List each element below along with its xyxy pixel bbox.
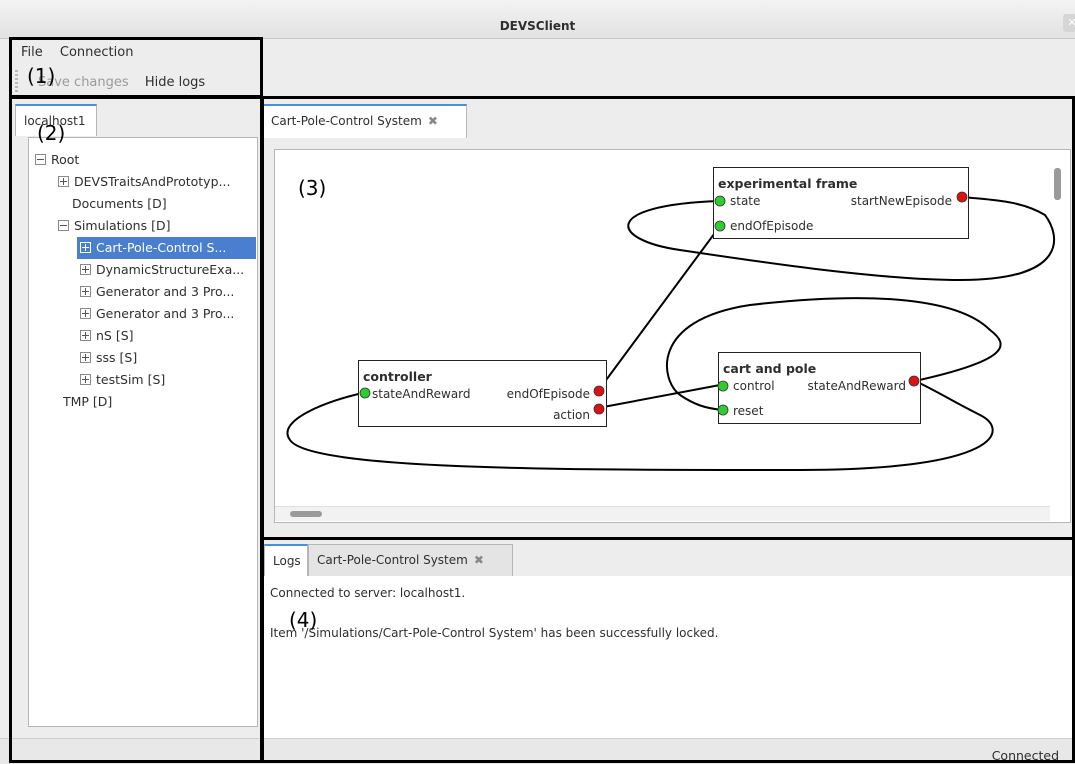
callout-label-2: (2)	[37, 121, 66, 145]
callout-label-3: (3)	[298, 176, 327, 200]
callout-box-3	[261, 96, 1075, 540]
callout-label-4: (4)	[289, 608, 318, 632]
callout-box-4	[261, 537, 1075, 763]
callout-label-1: (1)	[27, 64, 56, 88]
callout-box-2	[9, 96, 263, 763]
